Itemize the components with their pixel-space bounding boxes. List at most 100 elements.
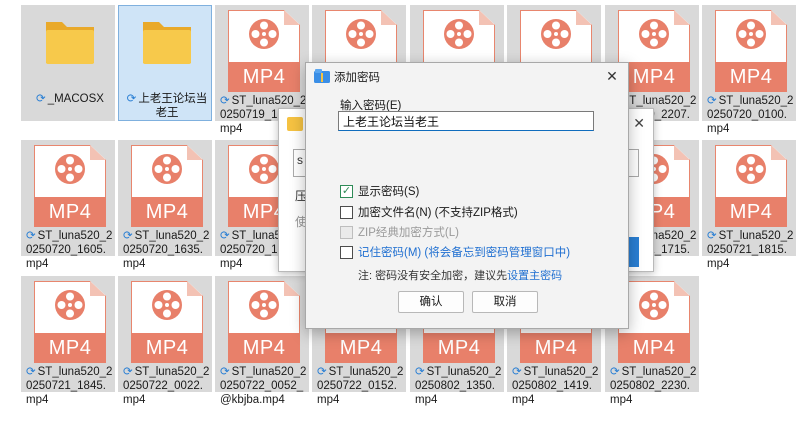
remember-password-label: 记住密码(M) (将会备忘到密码管理窗口中) bbox=[358, 247, 571, 259]
mp4-file-icon: MP4 bbox=[131, 145, 203, 227]
video-file-item[interactable]: MP4 ⟳ ST_luna520_20250721_1815.mp4 bbox=[702, 140, 796, 270]
file-name: ⟳ ST_luna520_20250720_1605.mp4 bbox=[26, 229, 114, 271]
file-name: ⟳ ST_luna520_20250720_0100.mp4 bbox=[707, 94, 795, 136]
video-file-item[interactable]: MP4 ⟳ ST_luna520_20250719_1527.mp4 bbox=[215, 5, 309, 135]
password-input[interactable] bbox=[338, 111, 594, 131]
mp4-badge: MP4 bbox=[618, 333, 690, 363]
video-file-item[interactable]: MP4 ⟳ ST_luna520_20250722_0052_@kbjba.mp4 bbox=[215, 276, 309, 406]
mp4-file-icon: MP4 bbox=[715, 145, 787, 227]
film-reel-icon bbox=[639, 290, 669, 320]
mp4-file-icon: MP4 bbox=[131, 281, 203, 363]
remember-password-checkbox[interactable] bbox=[340, 246, 353, 259]
mp4-badge: MP4 bbox=[228, 333, 300, 363]
sync-icon: ⟳ bbox=[220, 95, 230, 107]
zip-legacy-label: ZIP经典加密方式(L) bbox=[358, 227, 459, 239]
file-name-text: ST_luna520_20250720_1635.mp4 bbox=[123, 230, 210, 270]
mp4-badge: MP4 bbox=[715, 197, 787, 227]
file-name-text: ST_luna520_20250802_1350.mp4 bbox=[415, 366, 502, 406]
mp4-file-icon: MP4 bbox=[34, 145, 106, 227]
file-name: ⟳ ST_luna520_20250802_2230.mp4 bbox=[610, 365, 698, 407]
file-name-text: ST_luna520_20250720_0100.mp4 bbox=[707, 95, 794, 135]
show-password-checkbox[interactable]: ✓ bbox=[340, 185, 353, 198]
file-name: ⟳ ST_luna520_20250802_1350.mp4 bbox=[415, 365, 503, 407]
file-name: ⟳ ST_luna520_20250721_1845.mp4 bbox=[26, 365, 114, 407]
video-file-item[interactable]: MP4 ⟳ ST_luna520_20250721_1845.mp4 bbox=[21, 276, 115, 406]
video-file-item[interactable]: MP4 ⟳ ST_luna520_20250722_0022.mp4 bbox=[118, 276, 212, 406]
mp4-file-icon: MP4 bbox=[228, 281, 300, 363]
film-reel-icon bbox=[444, 19, 474, 49]
film-reel-icon bbox=[55, 290, 85, 320]
file-name-text: ST_luna520_20250722_0152.mp4 bbox=[317, 366, 404, 406]
sync-icon: ⟳ bbox=[707, 95, 717, 107]
show-password-label: 显示密码(S) bbox=[358, 186, 420, 198]
set-master-password-link[interactable]: 设置主密码 bbox=[507, 270, 562, 282]
sync-icon: ⟳ bbox=[26, 366, 36, 378]
mp4-file-icon: MP4 bbox=[715, 10, 787, 92]
file-name: ⟳ ST_luna520_20250722_0052_@kbjba.mp4 bbox=[220, 365, 308, 407]
sync-icon: ⟳ bbox=[707, 230, 717, 242]
video-file-item[interactable]: MP4 ⟳ ST_luna520_20250720_1635.mp4 bbox=[118, 140, 212, 270]
file-name-text: ST_luna520_20250721_1815.mp4 bbox=[707, 230, 794, 270]
mp4-badge: MP4 bbox=[34, 197, 106, 227]
folder-item[interactable]: ⟳ _MACOSX bbox=[21, 5, 115, 121]
sync-icon: ⟳ bbox=[220, 230, 230, 242]
mp4-badge: MP4 bbox=[423, 333, 495, 363]
file-name: ⟳ ST_luna520_20250722_0022.mp4 bbox=[123, 365, 211, 407]
file-name-text: _MACOSX bbox=[47, 93, 104, 105]
sync-icon: ⟳ bbox=[36, 93, 46, 105]
dialog-titlebar: 添加密码 ✕ bbox=[306, 63, 628, 89]
mp4-badge: MP4 bbox=[34, 333, 106, 363]
film-reel-icon bbox=[152, 290, 182, 320]
film-reel-icon bbox=[249, 290, 279, 320]
file-name: ⟳ ST_luna520_20250720_1635.mp4 bbox=[123, 229, 211, 271]
film-reel-icon bbox=[639, 19, 669, 49]
file-name-text: ST_luna520_20250720_1605.mp4 bbox=[26, 230, 113, 270]
mp4-badge: MP4 bbox=[325, 333, 397, 363]
file-name-text: ST_luna520_20250722_0052_@kbjba.mp4 bbox=[220, 366, 307, 406]
film-reel-icon bbox=[249, 19, 279, 49]
close-icon: ✕ bbox=[633, 115, 645, 131]
sync-icon: ⟳ bbox=[317, 366, 327, 378]
file-name: ⟳ ST_luna520_20250721_1815.mp4 bbox=[707, 229, 795, 271]
mp4-badge: MP4 bbox=[228, 62, 300, 92]
sync-icon: ⟳ bbox=[123, 366, 133, 378]
security-note: 注: 密码没有安全加密，建议先设置主密码 bbox=[358, 267, 562, 283]
file-name-text: ST_luna520_20250802_1419.mp4 bbox=[512, 366, 599, 406]
sync-icon: ⟳ bbox=[126, 93, 137, 105]
mp4-badge: MP4 bbox=[520, 333, 592, 363]
file-name: ⟳ 上老王论坛当老王 bbox=[123, 92, 211, 120]
file-name: ⟳ ST_luna520_20250722_0152.mp4 bbox=[317, 365, 405, 407]
archive-icon bbox=[287, 117, 303, 131]
film-reel-icon bbox=[541, 19, 571, 49]
film-reel-icon bbox=[152, 154, 182, 184]
file-name: ⟳ _MACOSX bbox=[26, 92, 114, 106]
sync-icon: ⟳ bbox=[610, 366, 620, 378]
sync-icon: ⟳ bbox=[220, 366, 230, 378]
film-reel-icon bbox=[346, 19, 376, 49]
field-text: s bbox=[297, 153, 303, 167]
note-text: 注: 密码没有安全加密，建议先 bbox=[358, 270, 508, 282]
mp4-badge: MP4 bbox=[715, 62, 787, 92]
folder-item[interactable]: ⟳ 上老王论坛当老王 bbox=[118, 5, 212, 121]
film-reel-icon bbox=[736, 19, 766, 49]
file-name-text: ST_luna520_20250721_1845.mp4 bbox=[26, 366, 113, 406]
video-file-item[interactable]: MP4 ⟳ ST_luna520_20250720_0100.mp4 bbox=[702, 5, 796, 135]
dialog-title: 添加密码 bbox=[334, 72, 380, 84]
film-reel-icon bbox=[736, 154, 766, 184]
file-name-text: ST_luna520_20250722_0022.mp4 bbox=[123, 366, 210, 406]
mp4-badge: MP4 bbox=[131, 333, 203, 363]
sync-icon: ⟳ bbox=[512, 366, 522, 378]
folder-icon bbox=[46, 22, 94, 64]
encrypt-names-checkbox[interactable] bbox=[340, 206, 353, 219]
sync-icon: ⟳ bbox=[123, 230, 133, 242]
video-file-item[interactable]: MP4 ⟳ ST_luna520_20250720_1605.mp4 bbox=[21, 140, 115, 270]
ok-button[interactable]: 确认 bbox=[398, 291, 464, 313]
zip-legacy-checkbox bbox=[340, 226, 353, 239]
close-button[interactable]: ✕ bbox=[602, 66, 622, 86]
file-name: ⟳ ST_luna520_20250802_1419.mp4 bbox=[512, 365, 600, 407]
file-name-text: 上老王论坛当老王 bbox=[138, 93, 208, 119]
mp4-file-icon: MP4 bbox=[228, 10, 300, 92]
cancel-button[interactable]: 取消 bbox=[472, 291, 538, 313]
file-name-text: ST_luna520_20250802_2230.mp4 bbox=[610, 366, 697, 406]
sync-icon: ⟳ bbox=[26, 230, 36, 242]
